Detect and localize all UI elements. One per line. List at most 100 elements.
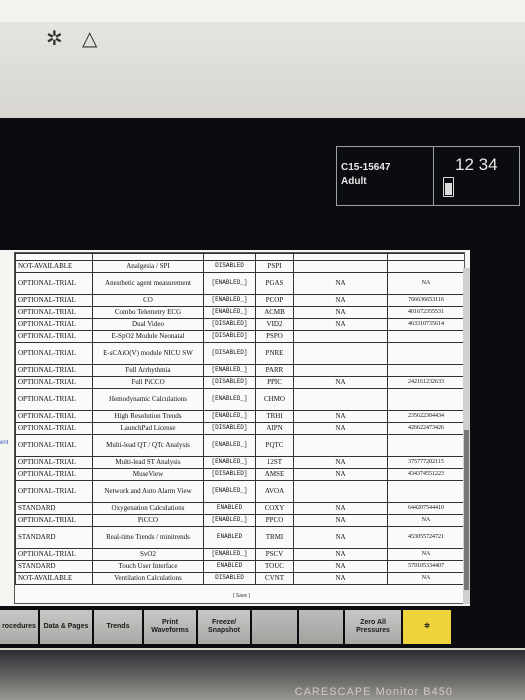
bezel-top-strip [0, 0, 525, 22]
table-row: OPTIONAL-TRIAL Full PiCCO [DISABLED] PPIC NA… [15, 376, 464, 389]
state-cell[interactable]: [ENABLED_] [203, 434, 256, 457]
value-cell [293, 260, 388, 273]
state-cell[interactable]: [DISABLED] [203, 330, 256, 343]
state-cell[interactable]: [ENABLED_] [203, 548, 256, 561]
state-cell[interactable]: [ENABLED_] [203, 456, 256, 469]
state-cell[interactable]: [ENABLED_] [203, 364, 256, 377]
option-name-cell: Hemodynamic Calculations [92, 388, 204, 411]
state-cell[interactable]: [DISABLED] [203, 342, 256, 365]
state-cell[interactable]: [ENABLED_] [203, 410, 256, 423]
table-row: OPTIONAL-TRIAL E-SpO2 Module Neonatal [DIS… [15, 330, 464, 343]
table-row: OPTIONAL-TRIAL Multi-lead QT / QTc Analys… [15, 434, 464, 457]
option-name-cell: Full PiCCO [92, 376, 204, 389]
status-cell: OPTIONAL-TRIAL [15, 548, 93, 561]
key-cell [387, 480, 464, 503]
table-row: STANDARD Oxygenation Calculations ENABLED C… [15, 502, 464, 515]
table-row: OPTIONAL-TRIAL LaunchPad License [DISABLED… [15, 422, 464, 435]
option-name-cell: Touch User Interface [92, 560, 204, 573]
key-cell [387, 434, 464, 457]
table-row: STANDARD Real-time Trends / minitrends ENA… [15, 526, 464, 549]
code-cell: PPCO [255, 514, 294, 527]
alarm-warning-icon[interactable]: △ [82, 26, 97, 51]
table-row: OPTIONAL-TRIAL High Resolution Trends [ENA… [15, 410, 464, 423]
state-cell[interactable]: [ENABLED_] [203, 272, 256, 295]
state-cell[interactable]: [ENABLED_] [203, 480, 256, 503]
status-cell: OPTIONAL-TRIAL [15, 468, 93, 481]
scrollbar-thumb[interactable] [464, 430, 469, 590]
code-cell: PSPI [255, 260, 294, 273]
option-name-cell: Real-time Trends / minitrends [92, 526, 204, 549]
state-cell[interactable]: ENABLED [203, 502, 256, 515]
blank-softkey[interactable] [299, 610, 343, 644]
state-cell[interactable]: [ENABLED_] [203, 294, 256, 307]
status-cell: OPTIONAL-TRIAL [15, 330, 93, 343]
print-waveforms-button[interactable]: Print Waveforms [144, 610, 196, 644]
state-cell[interactable]: DISABLED [203, 572, 256, 585]
edge-label: ent [0, 440, 9, 446]
key-cell [387, 364, 464, 377]
status-cell: STANDARD [15, 526, 93, 549]
status-cell: OPTIONAL-TRIAL [15, 434, 93, 457]
status-cell: STANDARD [15, 560, 93, 573]
option-name-cell: Ventilation Calculations [92, 572, 204, 585]
option-name-cell: High Resolution Trends [92, 410, 204, 423]
table-row [15, 253, 464, 261]
patient-type: Adult [341, 176, 367, 187]
patient-id: C15-15647 [341, 162, 391, 173]
trends-button[interactable]: Trends [94, 610, 142, 644]
status-cell: OPTIONAL-TRIAL [15, 480, 93, 503]
option-name-cell: Full Arrhythmia [92, 364, 204, 377]
value-cell: NA [293, 526, 388, 549]
key-cell: 242161232633 [387, 376, 464, 389]
alarm-audio-pause-button[interactable]: ✲ [403, 610, 451, 644]
value-cell: NA [293, 560, 388, 573]
table-scrollbar[interactable] [463, 268, 470, 604]
option-name-cell: Anesthetic agent measurement [92, 272, 204, 295]
state-cell[interactable]: [DISABLED] [203, 468, 256, 481]
table-row: OPTIONAL-TRIAL SvO2 [ENABLED_] PSCV NA NA [15, 548, 464, 561]
key-cell: NA [387, 572, 464, 585]
state-cell[interactable]: [ENABLED_] [203, 388, 256, 411]
freeze-snapshot-button[interactable]: Freeze/ Snapshot [198, 610, 250, 644]
status-cell: OPTIONAL-TRIAL [15, 342, 93, 365]
key-cell: 375777202115 [387, 456, 464, 469]
patient-status-box[interactable]: C15-15647 Adult 12 34 [336, 146, 520, 206]
table-row: NOT-AVAILABLE Analgesia / SPI DISABLED PSPI [15, 260, 464, 273]
state-cell[interactable]: ENABLED [203, 560, 256, 573]
code-cell: PSCV [255, 548, 294, 561]
state-cell[interactable]: [DISABLED] [203, 318, 256, 331]
table-row: OPTIONAL-TRIAL Hemodynamic Calculations [E… [15, 388, 464, 411]
device-top-bezel: ✲ △ [0, 0, 525, 110]
status-cell: OPTIONAL-TRIAL [15, 272, 93, 295]
value-cell [293, 330, 388, 343]
value-cell: NA [293, 272, 388, 295]
data-pages-button[interactable]: Data & Pages [40, 610, 92, 644]
table-row: OPTIONAL-TRIAL Multi-lead ST Analysis [ENA… [15, 456, 464, 469]
procedures-button[interactable]: rocedures [0, 610, 38, 644]
zero-all-pressures-button[interactable]: Zero All Pressures [345, 610, 401, 644]
state-cell[interactable]: [ENABLED_] [203, 306, 256, 319]
state-cell[interactable]: [ENABLED_] [203, 514, 256, 527]
value-cell: NA [293, 294, 388, 307]
save-button[interactable]: [ Save ] [233, 593, 250, 599]
key-cell [387, 330, 464, 343]
option-name-cell: PiCCO [92, 514, 204, 527]
key-cell [387, 260, 464, 273]
alarm-audio-pause-icon: ✲ [424, 623, 430, 631]
code-cell: VID2 [255, 318, 294, 331]
blank-softkey[interactable] [252, 610, 297, 644]
value-cell: NA [293, 306, 388, 319]
table-row: OPTIONAL-TRIAL Anesthetic agent measureme… [15, 272, 464, 295]
table-row: OPTIONAL-TRIAL Full Arrhythmia [ENABLED_] P… [15, 364, 464, 377]
state-cell[interactable]: DISABLED [203, 260, 256, 273]
code-cell: AIPN [255, 422, 294, 435]
status-cell: STANDARD [15, 502, 93, 515]
alarm-silence-icon[interactable]: ✲ [46, 26, 63, 51]
code-cell: PSPO [255, 330, 294, 343]
state-cell[interactable]: [DISABLED] [203, 376, 256, 389]
key-cell: 579105334407 [387, 560, 464, 573]
state-cell[interactable]: ENABLED [203, 526, 256, 549]
status-cell: OPTIONAL-TRIAL [15, 388, 93, 411]
state-cell[interactable]: [DISABLED] [203, 422, 256, 435]
option-name-cell: CO [92, 294, 204, 307]
